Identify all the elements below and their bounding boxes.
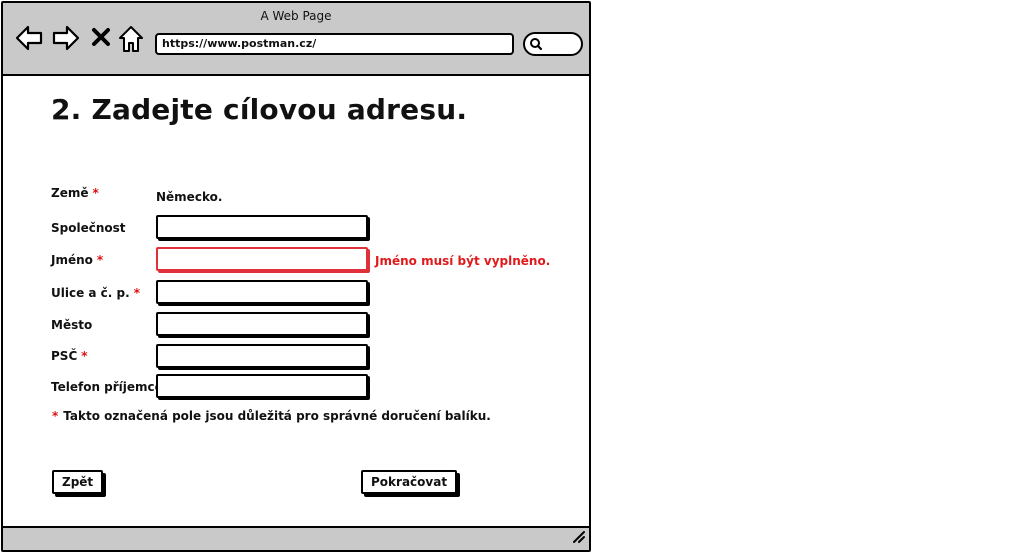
address-bar[interactable]: https://www.postman.cz/ [155, 33, 514, 55]
required-marker: * [133, 286, 140, 300]
phone-label: Telefon příjemce [51, 380, 163, 394]
page-title: 2. Zadejte cílovou adresu. [51, 93, 468, 126]
street-label-text: Ulice a č. p. [51, 286, 130, 300]
street-input[interactable] [156, 280, 368, 304]
city-input[interactable] [156, 312, 368, 336]
required-marker: * [92, 186, 99, 200]
phone-label-text: Telefon příjemce [51, 380, 163, 394]
required-marker: * [52, 409, 59, 423]
back-button[interactable]: Zpět [52, 470, 104, 494]
zip-label-text: PSČ [51, 349, 78, 363]
back-arrow-icon[interactable] [15, 25, 43, 55]
company-input[interactable] [156, 215, 368, 239]
search-field[interactable] [523, 32, 583, 56]
forward-arrow-icon[interactable] [52, 25, 80, 55]
browser-toolbar: A Web Page https://www.postman.cz/ [3, 3, 589, 76]
continue-button[interactable]: Pokračovat [361, 470, 458, 494]
status-bar [3, 526, 589, 550]
required-marker: * [81, 349, 88, 363]
resize-grip-icon[interactable] [571, 528, 585, 547]
name-label: Jméno * [51, 253, 103, 267]
name-input[interactable] [156, 247, 368, 271]
search-icon [530, 38, 543, 51]
home-icon[interactable] [118, 25, 144, 57]
country-label-text: Země [51, 186, 89, 200]
phone-input[interactable] [156, 374, 368, 398]
name-error-message: Jméno musí být vyplněno. [375, 254, 551, 268]
city-label: Město [51, 318, 92, 332]
close-icon[interactable] [91, 27, 111, 51]
country-value: Německo. [156, 190, 223, 204]
required-fields-note: * Takto označená pole jsou důležitá pro s… [52, 409, 491, 423]
company-label-text: Společnost [51, 221, 126, 235]
browser-window: A Web Page https://www.postman.cz/ 2. Za… [1, 1, 591, 552]
street-label: Ulice a č. p. * [51, 286, 140, 300]
zip-input[interactable] [156, 344, 368, 368]
required-marker: * [96, 253, 104, 267]
required-fields-note-text: Takto označená pole jsou důležitá pro sp… [63, 409, 491, 423]
city-label-text: Město [51, 318, 93, 332]
company-label: Společnost [51, 221, 126, 235]
window-title: A Web Page [260, 9, 332, 23]
zip-label: PSČ * [51, 349, 88, 363]
country-label: Země * [51, 186, 99, 200]
name-label-text: Jméno [51, 253, 93, 267]
